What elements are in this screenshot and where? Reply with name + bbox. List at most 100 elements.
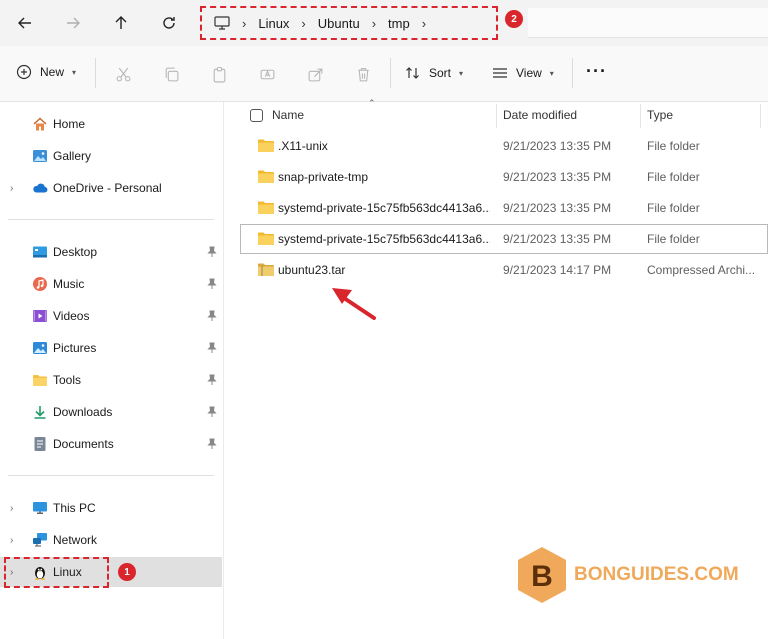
paste-button[interactable] <box>210 65 228 83</box>
up-button[interactable] <box>106 8 136 38</box>
new-button[interactable]: New ▾ <box>16 64 76 80</box>
sidebar-item-onedrive[interactable]: › OneDrive - Personal <box>0 173 222 203</box>
sidebar-item-music[interactable]: Music <box>0 269 222 299</box>
crumb-linux[interactable]: Linux <box>258 16 289 31</box>
column-divider[interactable] <box>496 104 497 128</box>
address-row: › Linux › Ubuntu › tmp › 2 <box>0 0 768 46</box>
toolbar-divider <box>572 58 573 88</box>
sidebar-item-network[interactable]: › Network <box>0 525 222 555</box>
videos-icon <box>33 310 47 322</box>
sort-button[interactable]: Sort ▾ <box>405 65 463 81</box>
address-bar-empty[interactable] <box>528 8 768 38</box>
pin-icon[interactable] <box>206 342 218 354</box>
sidebar-item-label: Tools <box>53 373 82 387</box>
file-date: 9/21/2023 13:35 PM <box>503 232 612 246</box>
refresh-button[interactable] <box>154 8 184 38</box>
column-header-type[interactable]: Type <box>647 102 759 128</box>
rename-button[interactable] <box>258 65 276 83</box>
column-divider[interactable] <box>640 104 641 128</box>
column-divider[interactable] <box>760 104 761 128</box>
sidebar-divider <box>8 219 214 220</box>
sidebar-item-tools[interactable]: Tools <box>0 365 222 395</box>
select-all-checkbox[interactable] <box>250 109 263 122</box>
crumb-ubuntu[interactable]: Ubuntu <box>318 16 360 31</box>
sidebar-item-label: OneDrive - Personal <box>53 181 162 195</box>
pin-icon[interactable] <box>206 406 218 418</box>
sidebar-item-home[interactable]: Home <box>0 109 222 139</box>
more-options-button[interactable]: ··· <box>586 61 607 82</box>
sidebar-item-desktop[interactable]: Desktop <box>0 237 222 267</box>
command-bar: New ▾ Sort ▾ View ▾ ··· <box>0 46 768 102</box>
refresh-icon <box>163 17 175 29</box>
sidebar-item-documents[interactable]: Documents <box>0 429 222 459</box>
sidebar-item-label: Videos <box>53 309 90 323</box>
clipboard-icon <box>213 66 225 82</box>
folder-icon <box>258 201 274 214</box>
file-name: ubuntu23.tar <box>278 263 346 277</box>
trash-icon <box>357 67 369 81</box>
table-row[interactable]: .X11-unix 9/21/2023 13:35 PM File folder <box>240 131 768 161</box>
chevron-right-icon[interactable]: › <box>422 16 426 31</box>
pin-icon[interactable] <box>206 278 218 290</box>
monitor-icon <box>214 16 230 30</box>
scissors-icon <box>116 67 130 81</box>
toolbar-divider <box>390 58 391 88</box>
table-row[interactable]: snap-private-tmp 9/21/2023 13:35 PM File… <box>240 162 768 192</box>
sidebar-item-pictures[interactable]: Pictures <box>0 333 222 363</box>
pin-icon[interactable] <box>206 310 218 322</box>
chevron-right-icon[interactable]: › <box>10 535 13 546</box>
sidebar-item-label: Documents <box>53 437 114 451</box>
arrow-right-icon <box>67 17 80 29</box>
crumb-tmp[interactable]: tmp <box>388 16 410 31</box>
sidebar-item-label: This PC <box>53 501 96 515</box>
table-row[interactable]: systemd-private-15c75fb563dc4413a6... 9/… <box>240 224 768 254</box>
column-header-date[interactable]: Date modified <box>503 102 639 128</box>
sort-icon <box>406 67 419 79</box>
file-list: ⌃ Name Date modified Type .X11-unix 9/21… <box>224 98 768 639</box>
sidebar-item-downloads[interactable]: Downloads <box>0 397 222 427</box>
table-row[interactable]: ubuntu23.tar 9/21/2023 14:17 PM Compress… <box>240 255 768 285</box>
pin-icon[interactable] <box>206 438 218 450</box>
file-date: 9/21/2023 14:17 PM <box>503 263 612 277</box>
sidebar-item-gallery[interactable]: Gallery <box>0 141 222 171</box>
file-name: systemd-private-15c75fb563dc4413a6... <box>278 201 490 215</box>
chevron-right-icon[interactable]: › <box>10 183 13 194</box>
zip-folder-icon <box>258 263 274 276</box>
annotation-badge-1: 1 <box>118 563 136 581</box>
column-header-label: Date modified <box>503 108 578 122</box>
annotation-arrow-icon <box>332 288 376 320</box>
pin-icon[interactable] <box>206 246 218 258</box>
sidebar-item-label: Downloads <box>53 405 113 419</box>
watermark-text: BONGUIDES.COM <box>574 564 739 585</box>
cut-button[interactable] <box>114 65 132 83</box>
sidebar-item-label: Pictures <box>53 341 97 355</box>
copy-icon <box>165 67 178 81</box>
file-name: .X11-unix <box>278 139 328 153</box>
table-row[interactable]: systemd-private-15c75fb563dc4413a6... 9/… <box>240 193 768 223</box>
new-label: New <box>40 65 65 79</box>
sidebar-divider <box>8 475 214 476</box>
chevron-down-icon: ▾ <box>549 68 554 78</box>
chevron-right-icon[interactable]: › <box>10 503 13 514</box>
view-button[interactable]: View ▾ <box>492 65 554 81</box>
chevron-right-icon: › <box>301 15 306 31</box>
sidebar-item-label: Home <box>53 117 86 131</box>
back-button[interactable] <box>10 8 40 38</box>
file-type: File folder <box>647 232 700 246</box>
forward-button[interactable] <box>58 8 88 38</box>
annotation-highlight-linux <box>4 557 109 588</box>
share-button[interactable] <box>306 65 324 83</box>
breadcrumb[interactable]: › Linux › Ubuntu › tmp › <box>200 6 498 40</box>
chevron-right-icon: › <box>242 15 247 31</box>
delete-button[interactable] <box>354 65 372 83</box>
arrow-up-icon <box>115 16 127 29</box>
sidebar-item-label: Gallery <box>53 149 92 163</box>
copy-button[interactable] <box>162 65 180 83</box>
pin-icon[interactable] <box>206 374 218 386</box>
sidebar-item-label: Music <box>53 277 85 291</box>
rename-icon <box>260 69 274 79</box>
sidebar-item-this-pc[interactable]: › This PC <box>0 493 222 523</box>
sidebar-item-videos[interactable]: Videos <box>0 301 222 331</box>
folder-icon <box>258 232 274 245</box>
column-header-name[interactable]: Name <box>272 102 496 128</box>
